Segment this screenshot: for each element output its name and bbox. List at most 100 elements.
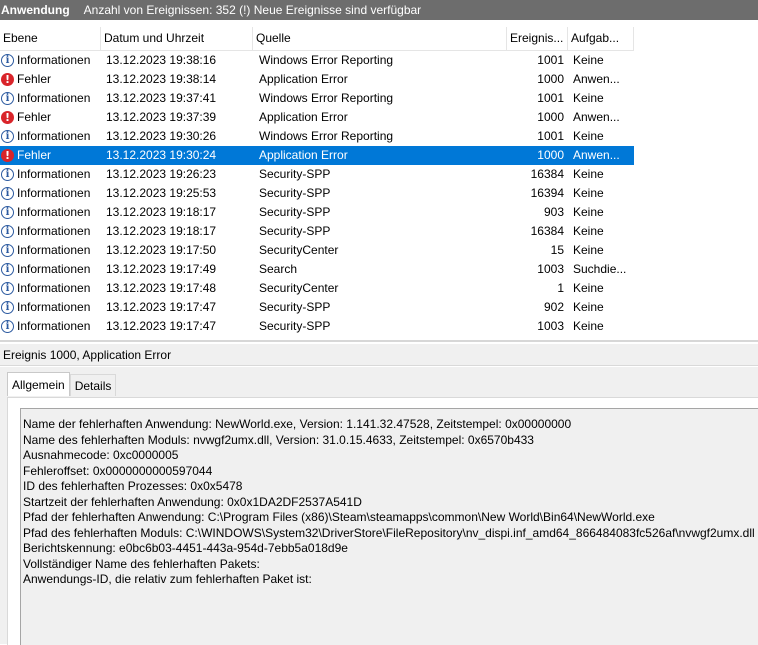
table-row[interactable]: i Informationen 13.12.2023 19:18:17 Securit…	[0, 222, 634, 241]
cell-source: Application Error	[259, 72, 348, 86]
level-text: Fehler	[17, 110, 52, 124]
info-icon: i	[1, 92, 14, 105]
table-row[interactable]: i Informationen 13.12.2023 19:17:47 Securit…	[0, 298, 634, 317]
cell-datetime: 13.12.2023 19:37:39	[106, 110, 217, 124]
event-count-notice[interactable]: Anzahl von Ereignissen: 352 (!) Neue Ere…	[84, 3, 422, 17]
info-icon: i	[1, 244, 14, 257]
cell-level: i Informationen	[0, 298, 101, 317]
column-header-datetime[interactable]: Datum und Uhrzeit	[101, 27, 253, 50]
cell-datetime: 13.12.2023 19:17:49	[106, 262, 217, 276]
cell-source: Search	[259, 262, 298, 276]
cell-datetime: 13.12.2023 19:26:23	[106, 167, 217, 181]
cell-source: Windows Error Reporting	[259, 53, 394, 67]
cell-level: ! Fehler	[0, 70, 101, 89]
cell-source: Security-SPP	[259, 186, 331, 200]
info-icon: i	[1, 168, 14, 181]
cell-task: Keine	[573, 205, 604, 219]
cell-event-id: 1003	[537, 319, 564, 333]
info-icon: i	[1, 320, 14, 333]
table-row[interactable]: i Informationen 13.12.2023 19:26:23 Securit…	[0, 165, 634, 184]
cell-task: Keine	[573, 53, 604, 67]
cell-level: ! Fehler	[0, 108, 101, 127]
info-icon: i	[1, 263, 14, 276]
level-text: Informationen	[17, 319, 91, 333]
cell-level: i Informationen	[0, 260, 101, 279]
cell-source: Security-SPP	[259, 319, 331, 333]
cell-datetime: 13.12.2023 19:25:53	[106, 186, 217, 200]
table-row[interactable]: i Informationen 13.12.2023 19:17:47 Securit…	[0, 317, 634, 336]
error-icon: !	[1, 149, 14, 162]
table-row[interactable]: i Informationen 13.12.2023 19:25:53 Securit…	[0, 184, 634, 203]
cell-datetime: 13.12.2023 19:30:24	[106, 148, 217, 162]
column-header-task[interactable]: Aufgab...	[568, 27, 634, 50]
level-text: Informationen	[17, 91, 91, 105]
tab-allgemein[interactable]: Allgemein	[7, 372, 70, 396]
cell-level: i Informationen	[0, 127, 101, 146]
info-icon: i	[1, 206, 14, 219]
description-line: Berichtskennung: e0bc6b03-4451-443a-954d…	[23, 541, 348, 555]
cell-event-id: 1001	[537, 91, 564, 105]
table-row[interactable]: ! Fehler 13.12.2023 19:30:24 Application Er…	[0, 146, 634, 165]
cell-level: i Informationen	[0, 184, 101, 203]
column-header-source[interactable]: Quelle	[253, 27, 507, 50]
table-row[interactable]: i Informationen 13.12.2023 19:30:26 Windows…	[0, 127, 634, 146]
column-header-event-id[interactable]: Ereignis...	[507, 27, 568, 50]
error-icon: !	[1, 111, 14, 124]
table-row[interactable]: i Informationen 13.12.2023 19:17:48 Securit…	[0, 279, 634, 298]
cell-event-id: 15	[550, 243, 564, 257]
cell-datetime: 13.12.2023 19:18:17	[106, 205, 217, 219]
table-row[interactable]: i Informationen 13.12.2023 19:38:16 Windows…	[0, 51, 634, 70]
cell-event-id: 1000	[537, 72, 564, 86]
table-row[interactable]: i Informationen 13.12.2023 19:17:49 Search 1…	[0, 260, 634, 279]
cell-datetime: 13.12.2023 19:30:26	[106, 129, 217, 143]
level-text: Informationen	[17, 129, 91, 143]
cell-event-id: 1000	[537, 148, 564, 162]
cell-level: i Informationen	[0, 203, 101, 222]
cell-task: Keine	[573, 319, 604, 333]
table-row[interactable]: i Informationen 13.12.2023 19:37:41 Windows…	[0, 89, 634, 108]
cell-datetime: 13.12.2023 19:17:47	[106, 319, 217, 333]
cell-source: Security-SPP	[259, 300, 331, 314]
description-line: Fehleroffset: 0x0000000000597044	[23, 463, 213, 478]
table-row[interactable]: i Informationen 13.12.2023 19:17:50 Securit…	[0, 241, 634, 260]
cell-task: Anwen...	[573, 148, 620, 162]
cell-level: i Informationen	[0, 222, 101, 241]
column-header-level[interactable]: Ebene	[0, 27, 101, 50]
pane-divider[interactable]	[0, 340, 758, 342]
general-panel: Name der fehlerhaften Anwendung: NewWorl…	[7, 397, 758, 645]
detail-tabs: Allgemein Details	[7, 372, 117, 396]
event-description-text[interactable]: Name der fehlerhaften Anwendung: NewWorl…	[20, 408, 758, 645]
cell-source: Security-SPP	[259, 167, 331, 181]
level-text: Informationen	[17, 300, 91, 314]
table-row[interactable]: ! Fehler 13.12.2023 19:37:39 Application Er…	[0, 108, 634, 127]
detail-pane: Allgemein Details Name der fehlerhaften …	[0, 367, 758, 645]
level-text: Informationen	[17, 281, 91, 295]
tab-details[interactable]: Details	[69, 374, 117, 396]
table-row[interactable]: ! Fehler 13.12.2023 19:38:14 Application Er…	[0, 70, 634, 89]
error-icon: !	[1, 73, 14, 86]
cell-task: Keine	[573, 224, 604, 238]
info-icon: i	[1, 225, 14, 238]
description-line: Ausnahmecode: 0xc0000005	[23, 448, 179, 462]
cell-source: SecurityCenter	[259, 281, 339, 295]
cell-source: Security-SPP	[259, 205, 331, 219]
cell-level: i Informationen	[0, 241, 101, 260]
table-row[interactable]: i Informationen 13.12.2023 19:18:17 Securit…	[0, 203, 634, 222]
cell-event-id: 903	[543, 205, 564, 219]
log-name: Anwendung	[1, 3, 70, 17]
cell-datetime: 13.12.2023 19:17:48	[106, 281, 217, 295]
cell-source: Application Error	[259, 110, 348, 124]
cell-event-id: 1003	[537, 262, 564, 276]
description-line: Pfad der fehlerhaften Anwendung: C:\Prog…	[23, 510, 655, 524]
info-icon: i	[1, 187, 14, 200]
description-line: Name des fehlerhaften Moduls: nvwgf2umx.…	[23, 432, 534, 447]
level-text: Fehler	[17, 72, 52, 86]
cell-source: Windows Error Reporting	[259, 91, 394, 105]
title-bar: Anwendung Anzahl von Ereignissen: 352 (!…	[0, 0, 758, 20]
cell-event-id: 1001	[537, 53, 564, 67]
events-table[interactable]: Ebene Datum und Uhrzeit Quelle Ereignis.…	[0, 27, 758, 337]
cell-event-id: 1	[557, 281, 564, 295]
cell-level: i Informationen	[0, 317, 101, 336]
cell-event-id: 1000	[537, 110, 564, 124]
level-text: Informationen	[17, 186, 91, 200]
